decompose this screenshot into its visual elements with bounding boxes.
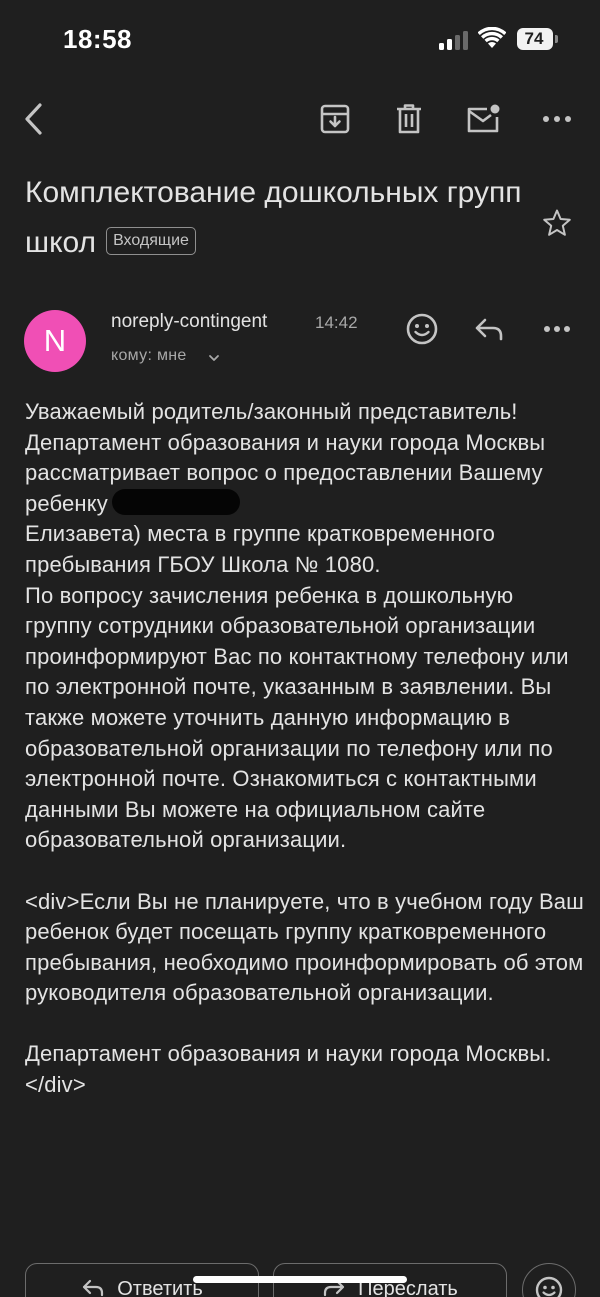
wifi-icon	[478, 27, 506, 48]
emoji-reaction-icon[interactable]	[402, 309, 442, 349]
body-paragraph: Департамент образования и науки города М…	[25, 1041, 552, 1098]
emoji-button[interactable]	[522, 1263, 576, 1297]
body-text-part: Уважаемый родитель/законный представител…	[25, 399, 552, 516]
body-text-part: Елизавета) места в группе кратковременно…	[25, 521, 502, 577]
email-time: 14:42	[315, 313, 358, 332]
battery-cap	[555, 35, 558, 43]
trash-icon[interactable]	[387, 97, 431, 141]
reply-icon[interactable]	[469, 309, 509, 349]
email-toolbar	[0, 80, 600, 158]
battery-icon: 74	[517, 28, 553, 50]
redacted-name	[111, 488, 240, 515]
smiley-icon	[535, 1276, 563, 1297]
sender-name[interactable]: noreply-contingent	[111, 311, 267, 333]
cellular-signal-icon	[439, 30, 469, 50]
more-options-icon[interactable]	[535, 97, 579, 141]
sender-avatar[interactable]: N	[24, 310, 86, 372]
body-paragraph: <div>Если Вы не планируете, что в учебно…	[25, 888, 591, 1006]
mark-unread-icon[interactable]	[461, 97, 505, 141]
archive-icon[interactable]	[313, 97, 357, 141]
body-paragraph: По вопросу зачисления ребенка в дошкольн…	[25, 582, 576, 853]
inbox-label-chip[interactable]: Входящие	[106, 227, 196, 256]
recipient-line[interactable]: кому: мне	[111, 347, 187, 365]
status-bar: 18:58 74	[0, 0, 600, 80]
email-body: Уважаемый родитель/законный представител…	[25, 397, 585, 1101]
status-time: 18:58	[63, 24, 132, 54]
chevron-down-icon[interactable]	[208, 353, 220, 363]
reply-arrow-icon	[83, 1279, 104, 1297]
star-icon[interactable]	[537, 203, 577, 243]
message-more-icon[interactable]	[537, 309, 577, 349]
body-paragraph: Уважаемый родитель/законный представител…	[25, 397, 585, 581]
email-subject: Комплектование дошкольных групп школ Вход…	[25, 168, 535, 268]
email-view-screen: 18:58 74 Комплектование дошкольных групп…	[0, 0, 600, 1297]
reply-label: Ответить	[117, 1278, 203, 1297]
back-arrow-icon[interactable]	[12, 97, 56, 141]
battery-level: 74	[524, 29, 544, 48]
home-indicator[interactable]	[193, 1276, 407, 1283]
subject-text: Комплектование дошкольных групп школ	[25, 176, 522, 259]
